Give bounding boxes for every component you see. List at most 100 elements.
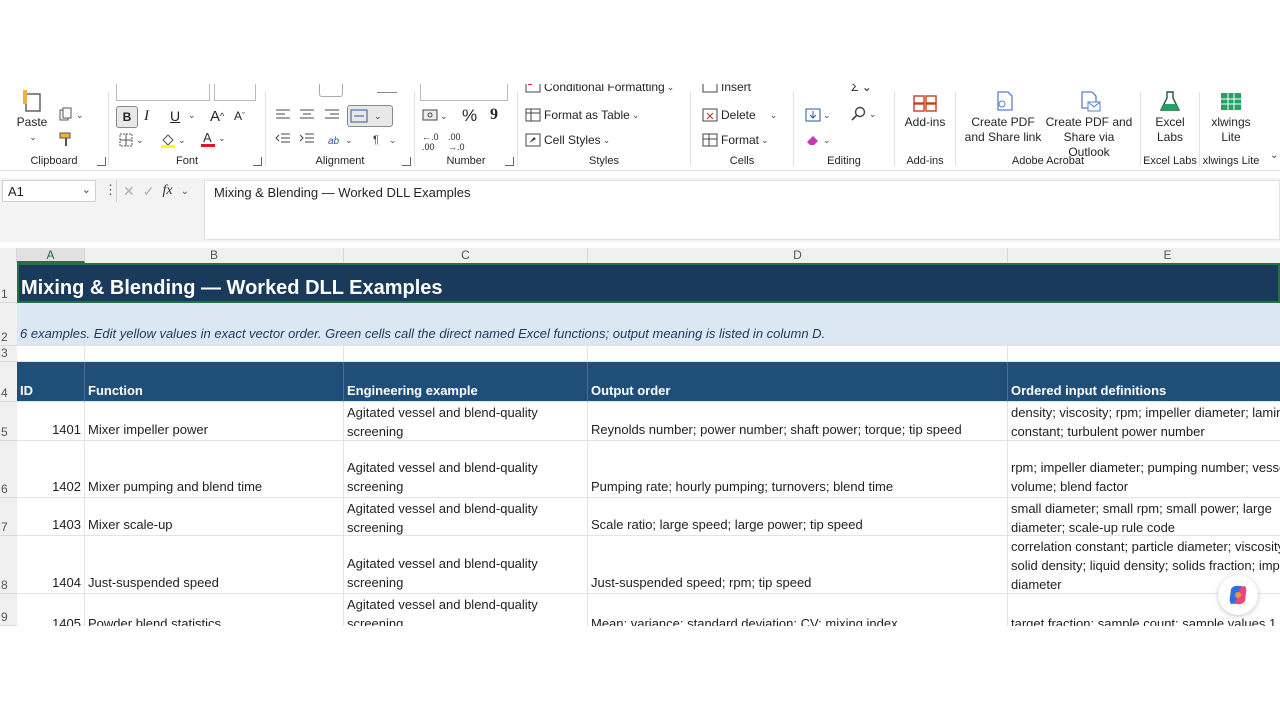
excel-labs-button[interactable]: Excel Labs	[1146, 90, 1194, 145]
enter-icon[interactable]: ✓	[143, 183, 155, 200]
format-cells-button[interactable]: Format ⌄	[702, 132, 769, 148]
row-header-4[interactable]: 4	[0, 362, 17, 402]
empty-cell[interactable]	[344, 346, 588, 362]
merge-center-button[interactable]: ⌄	[347, 105, 393, 127]
row-header-6[interactable]: 6	[0, 441, 17, 498]
accounting-dropdown-icon[interactable]: ⌄	[440, 111, 448, 122]
increase-indent-icon[interactable]	[299, 132, 315, 146]
underline-dropdown-icon[interactable]: ⌄	[188, 110, 196, 121]
header-function[interactable]: Function	[85, 362, 344, 402]
row-header-7[interactable]: 7	[0, 498, 17, 536]
format-as-table-button[interactable]: Format as Table ⌄	[525, 107, 639, 123]
empty-cell[interactable]	[85, 346, 344, 362]
clipboard-launcher-icon[interactable]	[97, 157, 106, 166]
table-cell-inputs[interactable]: rpm; impeller diameter; pumping number; …	[1008, 441, 1280, 498]
font-color-button[interactable]: A ⌄	[200, 130, 226, 147]
row-header-1[interactable]: 1	[0, 263, 17, 303]
fill-dropdown-icon[interactable]: ⌄	[823, 110, 831, 121]
name-box-dropdown-icon[interactable]: ⌄	[82, 183, 91, 196]
underline-button[interactable]: U	[170, 106, 180, 126]
paste-dropdown-icon[interactable]: ⌄	[16, 130, 50, 145]
row-header-2[interactable]: 2	[0, 303, 17, 346]
formula-input[interactable]: Mixing & Blending — Worked DLL Examples	[204, 180, 1280, 240]
table-cell-example[interactable]: Agitated vessel and blend-quality screeni…	[344, 402, 588, 441]
table-cell-inputs[interactable]: small diameter; small rpm; small power; …	[1008, 498, 1280, 536]
table-cell-id[interactable]: 1403	[17, 498, 85, 536]
column-header-b[interactable]: B	[85, 248, 344, 263]
header-ordered-inputs[interactable]: Ordered input definitions	[1008, 362, 1280, 402]
table-cell-id[interactable]: 1401	[17, 402, 85, 441]
table-cell-output[interactable]: Scale ratio; large speed; large power; t…	[588, 498, 1008, 536]
table-cell-id[interactable]: 1402	[17, 441, 85, 498]
table-cell-output[interactable]: Mean; variance; standard deviation; CV; …	[588, 594, 1008, 626]
cell-styles-button[interactable]: Cell Styles ⌄	[525, 132, 610, 148]
name-box[interactable]: A1 ⌄	[2, 180, 96, 202]
table-cell-function[interactable]: Mixer impeller power	[85, 402, 344, 441]
table-cell-example[interactable]: Agitated vessel and blend-quality screeni…	[344, 536, 588, 594]
fx-dropdown-icon[interactable]: ⌄	[181, 186, 189, 197]
row-header-5[interactable]: 5	[0, 402, 17, 441]
orientation-button[interactable]: ab ⌄	[327, 132, 353, 148]
bold-button[interactable]: B	[116, 106, 138, 128]
clear-dropdown-icon[interactable]: ⌄	[823, 135, 831, 146]
empty-cell[interactable]	[17, 346, 85, 362]
align-left-icon[interactable]	[275, 108, 291, 122]
table-cell-example[interactable]: Agitated vessel and blend-quality screeni…	[344, 441, 588, 498]
decrease-indent-icon[interactable]	[275, 132, 291, 146]
header-engineering-example[interactable]: Engineering example	[344, 362, 588, 402]
rtl-dropdown-icon[interactable]: ⌄	[389, 135, 397, 146]
table-cell-id[interactable]: 1404	[17, 536, 85, 594]
delete-cells-button[interactable]: Delete ⌄	[702, 107, 777, 123]
copilot-button[interactable]	[1218, 575, 1258, 615]
table-cell-output[interactable]: Reynolds number; power number; shaft pow…	[588, 402, 1008, 441]
table-cell-function[interactable]: Mixer scale-up	[85, 498, 344, 536]
header-output-order[interactable]: Output order	[588, 362, 1008, 402]
header-id[interactable]: ID	[17, 362, 85, 402]
xlwings-lite-button[interactable]: xlwings Lite	[1202, 90, 1260, 145]
table-cell-function[interactable]: Mixer pumping and blend time	[85, 441, 344, 498]
table-cell-function[interactable]: Powder blend statistics	[85, 594, 344, 626]
clear-button[interactable]: ⌄	[805, 132, 831, 148]
column-header-d[interactable]: D	[588, 248, 1008, 263]
table-cell-id[interactable]: 1405	[17, 594, 85, 626]
autosum-icon[interactable]: Σ ⌄	[851, 84, 872, 94]
orientation-dropdown-icon[interactable]: ⌄	[345, 135, 353, 146]
find-select-dropdown-icon[interactable]: ⌄	[869, 109, 877, 120]
fill-color-dropdown-icon[interactable]: ⌄	[178, 135, 186, 146]
comma-style-button[interactable]: 9	[490, 106, 498, 124]
paste-button[interactable]: Paste ⌄	[14, 90, 50, 145]
fill-button[interactable]: ⌄	[805, 107, 831, 123]
title-cell[interactable]: Mixing & Blending — Worked DLL Examples	[17, 263, 1280, 303]
increase-decimal-icon[interactable]: ←.0.00	[422, 132, 439, 152]
borders-dropdown-icon[interactable]: ⌄	[136, 135, 144, 146]
number-launcher-icon[interactable]	[505, 157, 514, 166]
percent-style-button[interactable]: %	[462, 106, 477, 126]
empty-cell[interactable]	[1008, 346, 1280, 362]
text-direction-icon[interactable]	[377, 84, 397, 93]
insert-function-icon[interactable]: fx	[162, 183, 172, 199]
increase-font-icon[interactable]: A ^	[210, 106, 224, 126]
row-header-9[interactable]: 9	[0, 594, 17, 626]
align-center-icon[interactable]	[299, 108, 315, 122]
cancel-icon[interactable]: ✕	[123, 183, 135, 200]
table-cell-output[interactable]: Just-suspended speed; rpm; tip speed	[588, 536, 1008, 594]
addins-button[interactable]: Add-ins	[900, 90, 950, 130]
fill-color-button[interactable]: ⌄	[160, 132, 186, 148]
font-name-select[interactable]	[116, 84, 210, 101]
alignment-launcher-icon[interactable]	[402, 157, 411, 166]
conditional-formatting-button[interactable]: Conditional Formatting ⌄	[525, 84, 674, 94]
select-all-corner[interactable]	[0, 248, 17, 263]
font-launcher-icon[interactable]	[253, 157, 262, 166]
column-header-a[interactable]: A	[17, 248, 85, 263]
align-right-icon[interactable]	[324, 108, 340, 122]
row-header-3[interactable]: 3	[0, 346, 17, 362]
find-select-button[interactable]: ⌄	[851, 106, 877, 122]
ribbon-collapse-icon[interactable]: ⌄	[1270, 150, 1278, 161]
row-header-8[interactable]: 8	[0, 536, 17, 594]
table-cell-example[interactable]: Agitated vessel and blend-quality screeni…	[344, 498, 588, 536]
number-format-select[interactable]	[420, 84, 508, 101]
column-header-e[interactable]: E	[1008, 248, 1280, 263]
wrap-text-icon[interactable]	[319, 84, 343, 97]
font-size-select[interactable]	[214, 84, 256, 101]
table-cell-example[interactable]: Agitated vessel and blend-quality screeni…	[344, 594, 588, 626]
